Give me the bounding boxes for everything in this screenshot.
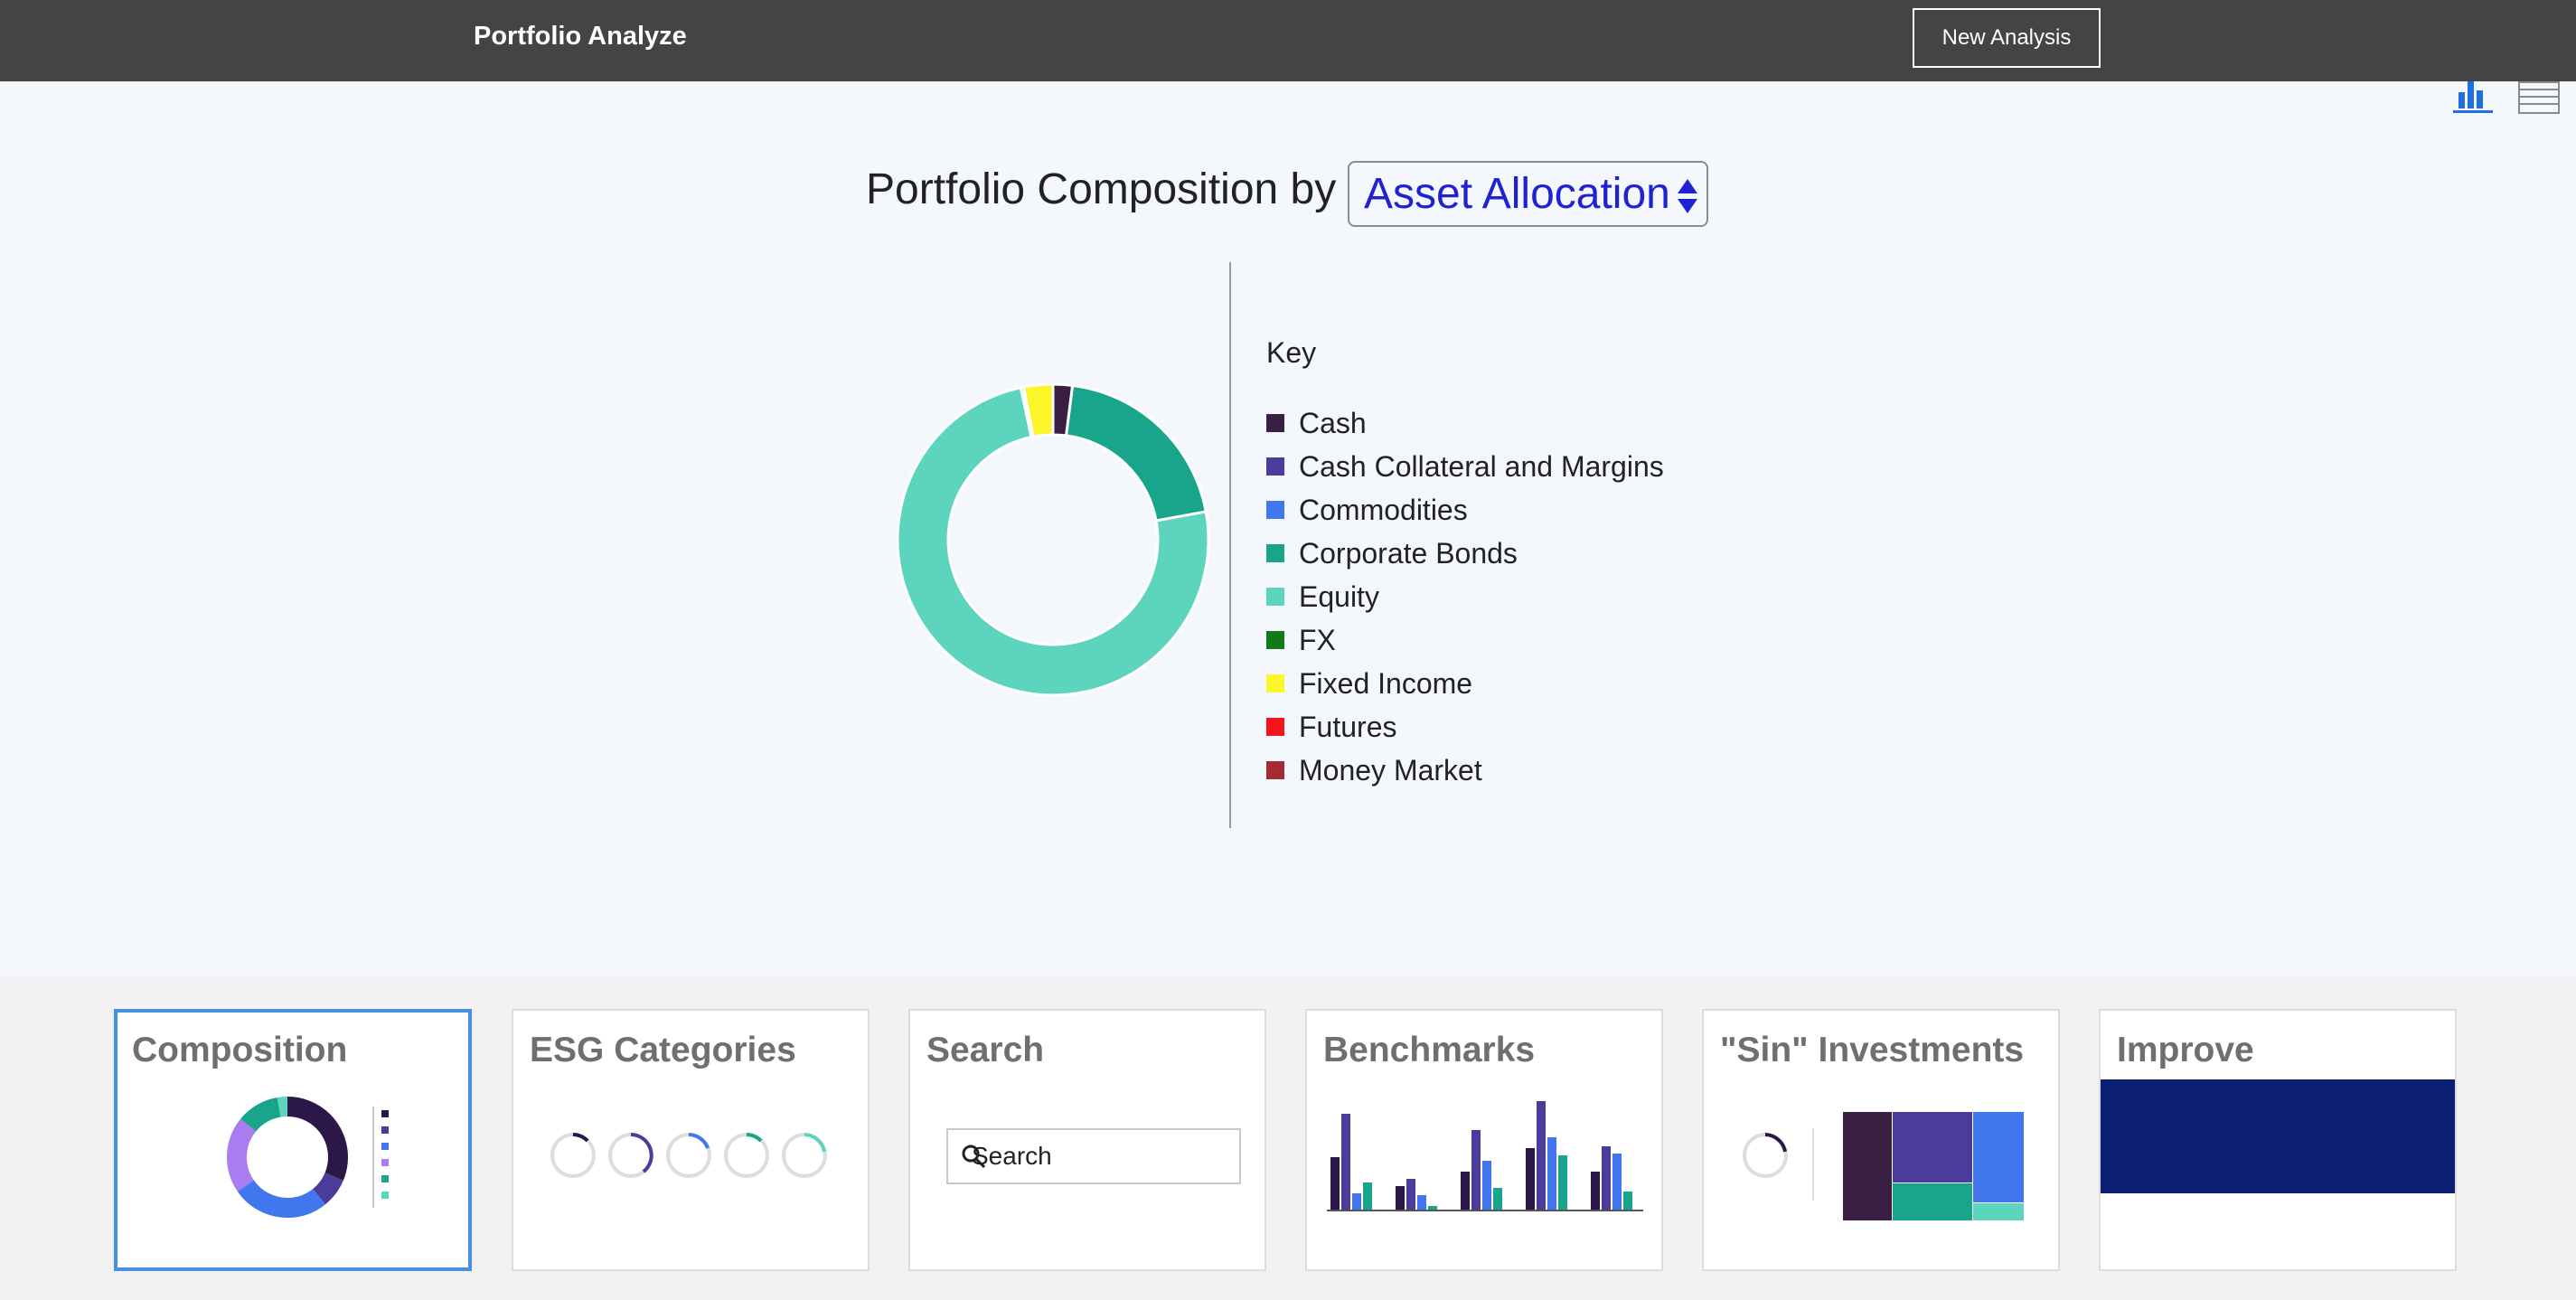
legend-swatch [1266, 761, 1284, 779]
legend-label: Cash Collateral and Margins [1299, 449, 1664, 483]
legend-item: Cash [1266, 401, 1664, 445]
legend-swatch [1266, 457, 1284, 476]
sin-treemap-icon [1843, 1112, 2024, 1220]
card-title: Benchmarks [1323, 1031, 1536, 1069]
sin-gauge-icon [1743, 1133, 1788, 1178]
asset-allocation-donut-chart [896, 382, 1210, 697]
legend-label: Corporate Bonds [1299, 536, 1518, 570]
legend-swatch [1266, 588, 1284, 606]
legend-item: Money Market [1266, 749, 1664, 792]
legend-swatch [1266, 544, 1284, 562]
legend-item: Cash Collateral and Margins [1266, 445, 1664, 488]
up-down-arrows-icon [1678, 179, 1697, 213]
bar-chart-icon[interactable] [2453, 78, 2493, 114]
table-list-icon[interactable] [2518, 81, 2560, 114]
legend-item: Commodities [1266, 488, 1664, 532]
improve-thumbnail-icon [2101, 1079, 2455, 1193]
card-search[interactable]: Search [908, 1009, 1266, 1271]
legend-item: Fixed Income [1266, 662, 1664, 705]
card-title: "Sin" Investments [1720, 1031, 2025, 1069]
legend-swatch [1266, 674, 1284, 692]
legend-label: Commodities [1299, 493, 1468, 526]
benchmarks-bar-chart-icon [1327, 1101, 1643, 1211]
card-esg-categories[interactable]: ESG Categories [512, 1009, 870, 1271]
composition-thumbnail-icon [227, 1097, 348, 1218]
legend-item: Futures [1266, 705, 1664, 749]
legend-label: Money Market [1299, 753, 1482, 787]
card-title: Improve [2117, 1031, 2254, 1069]
search-field[interactable] [946, 1128, 1241, 1184]
page-heading: Portfolio Composition by [866, 165, 1337, 213]
legend-title: Key [1266, 336, 1317, 369]
card-sin-investments[interactable]: "Sin" Investments [1702, 1009, 2060, 1271]
search-input[interactable] [972, 1142, 1207, 1171]
legend-label: Cash [1299, 406, 1367, 439]
app-title[interactable]: Portfolio Analyze [474, 22, 687, 52]
card-improve[interactable]: Improve [2099, 1009, 2457, 1271]
legend-item: Corporate Bonds [1266, 532, 1664, 575]
legend-label: Equity [1299, 579, 1379, 613]
card-title: ESG Categories [530, 1031, 796, 1069]
top-navigation-bar: Portfolio Analyze New Analysis [0, 0, 2576, 81]
legend-thumbnail-icon [372, 1107, 389, 1208]
legend-label: Futures [1299, 710, 1397, 743]
composition-type-select[interactable]: Asset Allocation [1348, 161, 1708, 227]
new-analysis-button[interactable]: New Analysis [1913, 8, 2101, 68]
thumbnail-divider [1812, 1128, 1814, 1201]
legend-swatch [1266, 501, 1284, 519]
esg-gauges-icon [550, 1133, 827, 1178]
legend-swatch [1266, 631, 1284, 649]
card-title: Composition [132, 1031, 348, 1069]
chart-legend: Cash Cash Collateral and Margins Commoditi… [1266, 401, 1664, 792]
donut-slice-corporate-bonds[interactable] [1064, 383, 1208, 523]
select-value: Asset Allocation [1364, 170, 1670, 218]
legend-item: Equity [1266, 575, 1664, 618]
legend-label: FX [1299, 623, 1336, 656]
card-composition[interactable]: Composition [114, 1009, 472, 1271]
legend-swatch [1266, 414, 1284, 432]
card-benchmarks[interactable]: Benchmarks [1305, 1009, 1663, 1271]
chart-divider [1229, 262, 1231, 828]
search-icon [962, 1145, 986, 1169]
legend-swatch [1266, 718, 1284, 736]
legend-item: FX [1266, 618, 1664, 662]
card-title: Search [926, 1031, 1045, 1069]
legend-label: Fixed Income [1299, 666, 1473, 700]
